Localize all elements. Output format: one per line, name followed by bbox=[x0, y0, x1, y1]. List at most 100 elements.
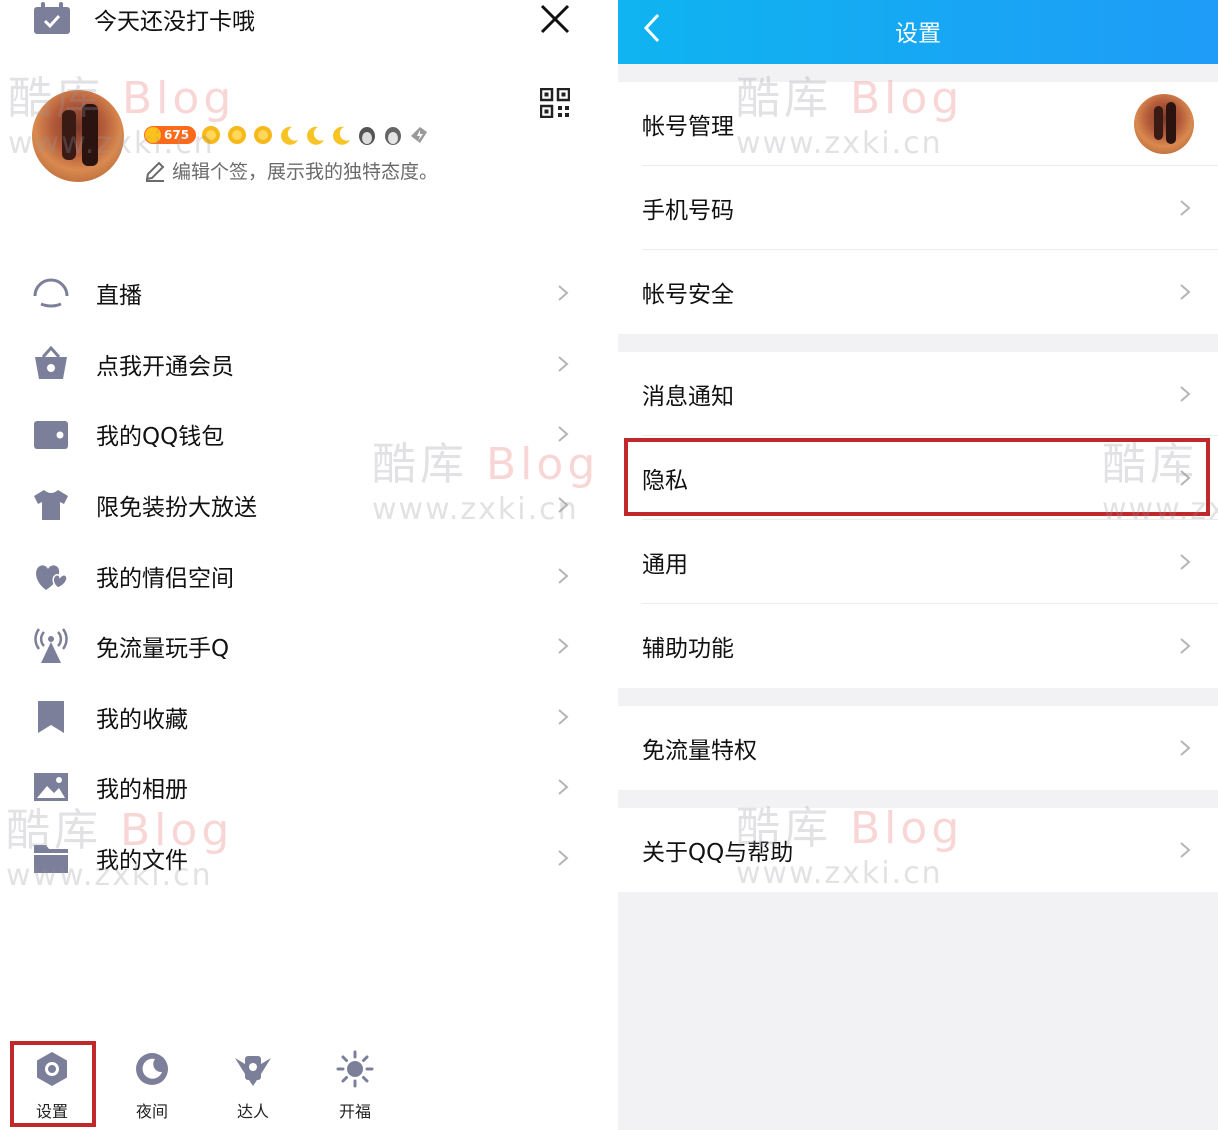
winged-badge-icon bbox=[235, 1056, 271, 1086]
settings-group-data: 免流量特权 bbox=[618, 706, 1218, 790]
signature-editor[interactable]: 编辑个签，展示我的独特态度。 bbox=[144, 157, 438, 184]
row-label: 帐号安全 bbox=[642, 282, 734, 308]
row-label: 关于QQ与帮助 bbox=[642, 840, 794, 866]
bolt-badge-icon bbox=[411, 127, 428, 143]
settings-row-account-manage[interactable]: 帐号管理 bbox=[618, 82, 1218, 166]
settings-row-general[interactable]: 通用 bbox=[618, 520, 1218, 604]
sun-icon bbox=[336, 1050, 374, 1088]
settings-row-security[interactable]: 帐号安全 bbox=[618, 250, 1218, 334]
menu-item-label: 我的QQ钱包 bbox=[96, 424, 225, 451]
photo-icon bbox=[32, 768, 70, 806]
menu-item-wallet[interactable]: 我的QQ钱包 bbox=[0, 399, 600, 470]
settings-row-accessibility[interactable]: 辅助功能 bbox=[618, 604, 1218, 688]
bookmark-icon bbox=[32, 698, 70, 736]
chevron-right-icon bbox=[558, 285, 569, 302]
menu-item-label: 我的情侣空间 bbox=[96, 565, 234, 592]
menu-item-label: 直播 bbox=[96, 283, 142, 310]
chevron-right-icon bbox=[1180, 740, 1191, 756]
level-badges[interactable]: 675 bbox=[144, 124, 430, 146]
side-drawer: 今天还没打卡哦 675 编辑个签，展示我的独特态度。 直播 点我开通会员 我的Q… bbox=[0, 0, 600, 1130]
menu-item-vip[interactable]: 点我开通会员 bbox=[0, 329, 600, 400]
level-badge: 675 bbox=[144, 126, 197, 144]
wallet-icon bbox=[32, 415, 70, 453]
live-icon bbox=[32, 274, 70, 312]
hearts-icon bbox=[32, 557, 70, 595]
moon-level-icon bbox=[307, 126, 325, 145]
sun-level-icon bbox=[228, 126, 247, 144]
moon-level-icon bbox=[333, 126, 351, 145]
chevron-right-icon bbox=[1180, 386, 1191, 402]
tab-night[interactable]: 夜间 bbox=[112, 1050, 192, 1126]
chevron-right-icon bbox=[1180, 554, 1191, 570]
chevron-right-icon bbox=[1180, 842, 1191, 858]
penguin-badge-icon bbox=[359, 127, 376, 145]
chevron-right-icon bbox=[1180, 200, 1191, 216]
menu-item-files[interactable]: 我的文件 bbox=[0, 823, 600, 894]
close-icon[interactable] bbox=[536, 0, 574, 38]
nav-header: 设置 bbox=[618, 0, 1218, 64]
antenna-icon bbox=[32, 627, 70, 665]
chevron-right-icon bbox=[558, 779, 569, 796]
settings-screen: 设置 帐号管理 手机号码 帐号安全 消息通知 隐私 通用 辅助功能 免流量特权 … bbox=[618, 0, 1218, 1130]
row-label: 辅助功能 bbox=[642, 636, 734, 662]
penguin-badge-icon bbox=[385, 127, 402, 145]
tab-label: 夜间 bbox=[135, 1102, 168, 1121]
chevron-right-icon bbox=[558, 709, 569, 725]
menu-item-label: 免流量玩手Q bbox=[96, 636, 230, 663]
tab-expert[interactable]: 达人 bbox=[213, 1050, 293, 1126]
row-label: 帐号管理 bbox=[642, 114, 734, 140]
moon-level-icon bbox=[281, 126, 299, 145]
menu-item-couple[interactable]: 我的情侣空间 bbox=[0, 540, 600, 611]
settings-row-phone[interactable]: 手机号码 bbox=[618, 166, 1218, 250]
chevron-right-icon bbox=[1180, 284, 1191, 300]
chevron-right-icon bbox=[558, 497, 569, 513]
settings-row-notifications[interactable]: 消息通知 bbox=[618, 352, 1218, 436]
folder-icon bbox=[32, 839, 70, 877]
drawer-menu: 直播 点我开通会员 我的QQ钱包 限免装扮大放送 我的情侣空间 免流量玩手Q 我… bbox=[0, 258, 600, 893]
calendar-check-icon bbox=[34, 2, 70, 34]
sun-level-icon bbox=[254, 126, 273, 144]
menu-item-album[interactable]: 我的相册 bbox=[0, 752, 600, 823]
menu-item-dressup[interactable]: 限免装扮大放送 bbox=[0, 470, 600, 541]
settings-row-free-data[interactable]: 免流量特权 bbox=[618, 706, 1218, 790]
menu-item-label: 限免装扮大放送 bbox=[96, 495, 257, 522]
avatar bbox=[1134, 94, 1194, 154]
row-label: 通用 bbox=[642, 552, 688, 578]
settings-row-about[interactable]: 关于QQ与帮助 bbox=[618, 808, 1218, 892]
vip-basket-icon bbox=[32, 345, 70, 383]
menu-item-label: 我的收藏 bbox=[96, 706, 188, 733]
signature-placeholder: 编辑个签，展示我的独特态度。 bbox=[172, 161, 439, 183]
highlight-box bbox=[624, 438, 1210, 516]
qr-code-icon[interactable] bbox=[540, 88, 570, 118]
pencil-icon bbox=[145, 161, 165, 182]
row-label: 手机号码 bbox=[642, 198, 734, 224]
chevron-right-icon bbox=[1180, 638, 1191, 654]
tab-label: 达人 bbox=[236, 1102, 269, 1121]
settings-group-about: 关于QQ与帮助 bbox=[618, 808, 1218, 892]
menu-item-favorites[interactable]: 我的收藏 bbox=[0, 682, 600, 753]
settings-group-general: 消息通知 隐私 通用 辅助功能 bbox=[618, 352, 1218, 688]
moon-icon bbox=[136, 1053, 168, 1085]
checkin-banner[interactable]: 今天还没打卡哦 bbox=[32, 2, 255, 36]
avatar[interactable] bbox=[32, 90, 124, 182]
chevron-right-icon bbox=[558, 638, 569, 655]
menu-item-free-data[interactable]: 免流量玩手Q bbox=[0, 611, 600, 682]
menu-item-label: 我的文件 bbox=[96, 848, 188, 875]
chevron-right-icon bbox=[558, 426, 569, 443]
tshirt-icon bbox=[32, 486, 70, 524]
menu-item-label: 点我开通会员 bbox=[96, 353, 234, 380]
menu-item-label: 我的相册 bbox=[96, 777, 188, 804]
chevron-right-icon bbox=[558, 356, 569, 372]
highlight-box bbox=[10, 1041, 96, 1127]
page-title: 设置 bbox=[895, 21, 941, 47]
row-label: 免流量特权 bbox=[642, 738, 757, 764]
menu-item-live[interactable]: 直播 bbox=[0, 258, 600, 329]
checkin-text: 今天还没打卡哦 bbox=[94, 9, 255, 35]
tab-blessing[interactable]: 开福 bbox=[315, 1050, 395, 1126]
chevron-right-icon bbox=[558, 850, 569, 866]
settings-group-account: 帐号管理 手机号码 帐号安全 bbox=[618, 82, 1218, 334]
chevron-right-icon bbox=[558, 567, 569, 584]
sun-level-icon bbox=[202, 126, 221, 144]
row-label: 消息通知 bbox=[642, 384, 734, 410]
tab-label: 开福 bbox=[338, 1102, 371, 1121]
